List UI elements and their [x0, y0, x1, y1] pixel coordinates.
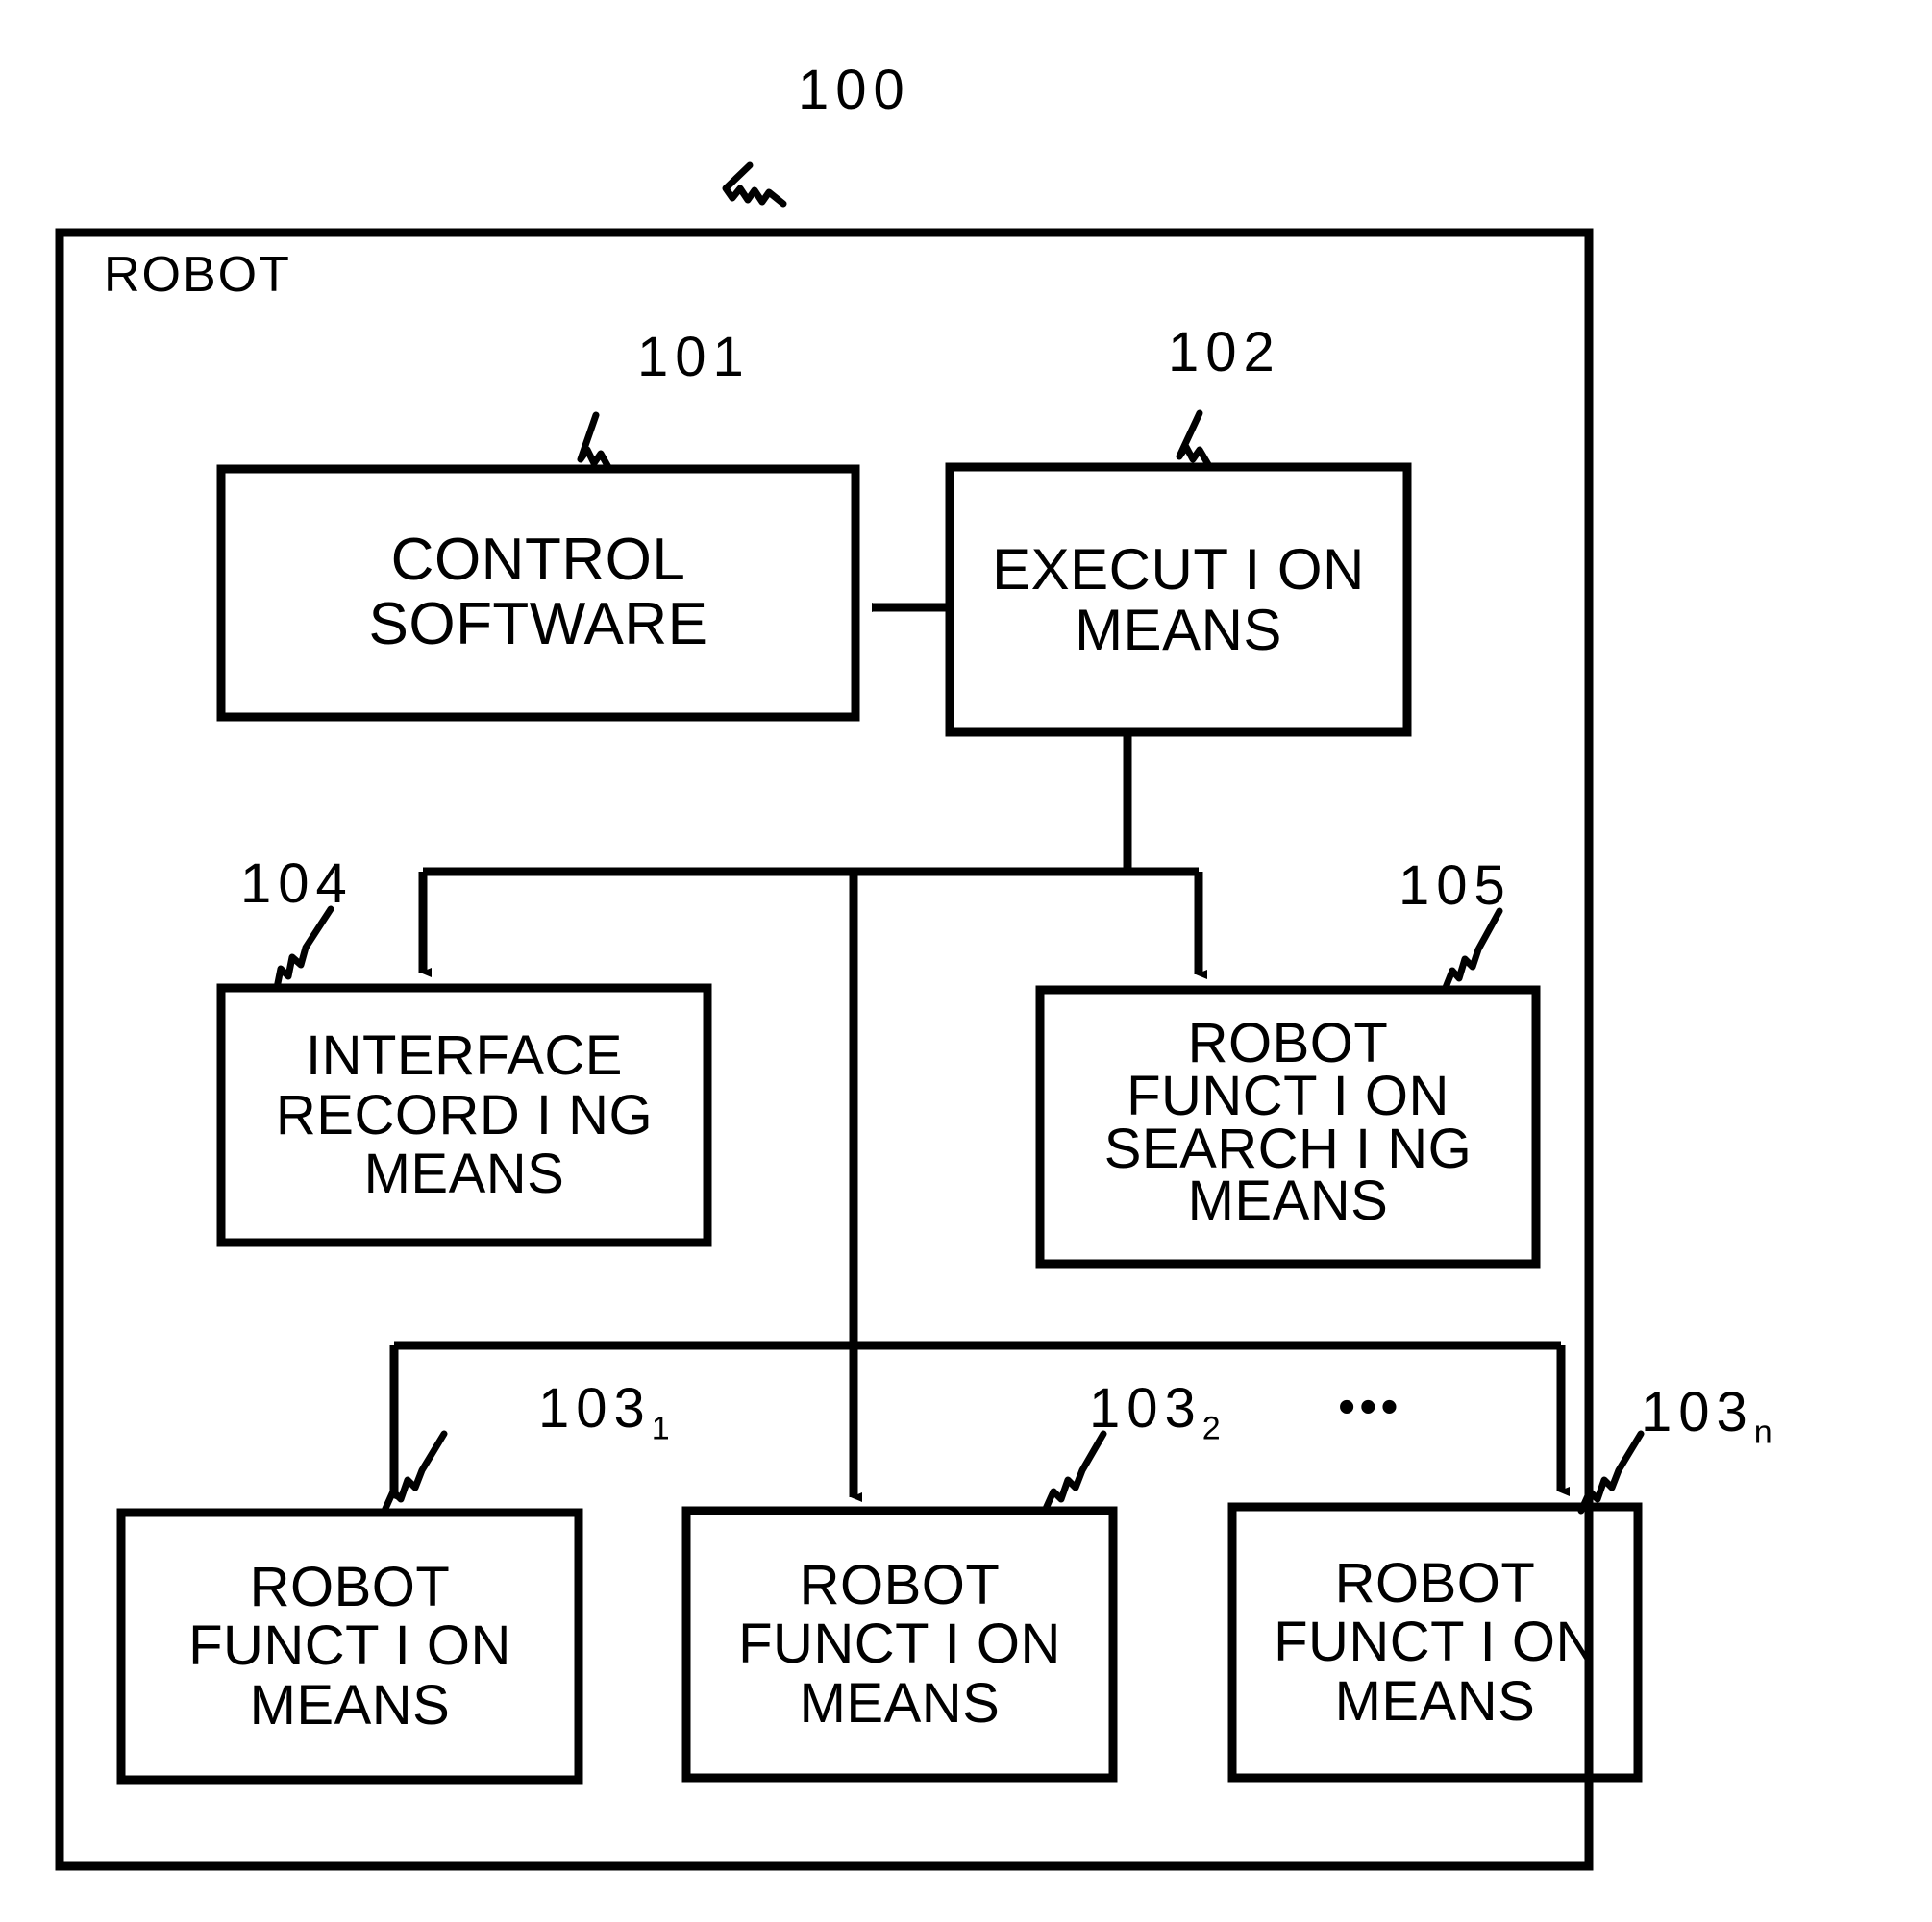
box-robot-function-means-2 [681, 1506, 1118, 1783]
box-control-software [216, 464, 860, 722]
box-robot-function-searching-means [1035, 985, 1541, 1269]
reference-104: 104 [240, 852, 354, 915]
box-robot-function-means-n [1227, 1502, 1643, 1783]
outer-box-title: ROBOT [104, 247, 291, 303]
reference-103-1-number: 103 [538, 1377, 652, 1440]
lead-line-101 [577, 411, 613, 473]
reference-101: 101 [637, 326, 751, 388]
reference-100: 100 [798, 59, 911, 121]
lead-line-100 [722, 161, 787, 208]
reference-103-n-subscript: n [1753, 1414, 1772, 1451]
reference-102: 102 [1168, 321, 1281, 383]
reference-103-2: 1032 [1089, 1376, 1221, 1448]
reference-105: 105 [1399, 854, 1512, 917]
box-execution-means [945, 462, 1412, 737]
lead-line-104 [273, 905, 334, 992]
lead-line-102 [1176, 409, 1213, 470]
box-robot-function-means-1 [116, 1508, 583, 1785]
outer-robot-enclosure [55, 228, 1594, 1871]
ellipsis-dots: ••• [1338, 1379, 1402, 1435]
reference-103-2-number: 103 [1089, 1377, 1202, 1440]
reference-103-1-subscript: 1 [651, 1410, 670, 1447]
reference-103-n-number: 103 [1641, 1381, 1754, 1443]
box-interface-recording-means [216, 983, 712, 1247]
reference-103-n: 103n [1641, 1380, 1772, 1452]
reference-103-2-subscript: 2 [1201, 1410, 1221, 1447]
lead-line-105 [1441, 907, 1503, 994]
patent-figure-page: 100 ROBOT 101 102 104 105 1031 1032 ••• … [0, 0, 1932, 1922]
reference-103-1: 1031 [538, 1376, 670, 1448]
